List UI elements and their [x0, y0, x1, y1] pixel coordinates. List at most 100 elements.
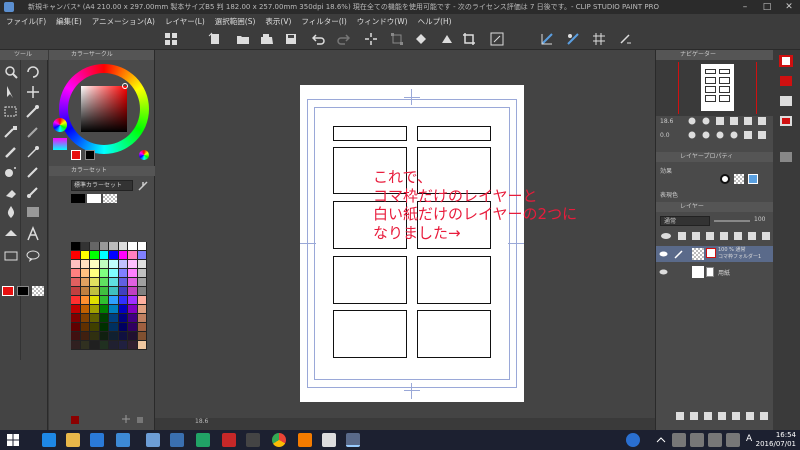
color-swatch[interactable]: [128, 323, 138, 332]
color-swatch[interactable]: [80, 260, 90, 269]
color-swatch[interactable]: [137, 332, 147, 341]
color-swatch[interactable]: [128, 332, 138, 341]
undo-icon[interactable]: [312, 32, 326, 46]
file-explorer-icon[interactable]: [66, 433, 80, 447]
color-swatch[interactable]: [137, 278, 147, 287]
menu-layer[interactable]: レイヤー(L): [165, 16, 205, 27]
clear-layer-icon[interactable]: [440, 32, 454, 46]
color-swatch[interactable]: [137, 287, 147, 296]
layer-effect-border-icon[interactable]: [720, 174, 730, 184]
color-swatch[interactable]: [71, 341, 81, 350]
color-swatch[interactable]: [118, 251, 128, 260]
sub-view-tab-icon[interactable]: [778, 74, 794, 88]
color-swatch[interactable]: [71, 260, 81, 269]
airbrush-tool-icon[interactable]: [2, 164, 20, 180]
color-swatch[interactable]: [118, 323, 128, 332]
color-swatch[interactable]: [90, 314, 100, 323]
color-swatch[interactable]: [90, 296, 100, 305]
menu-help[interactable]: ヘルプ(H): [418, 16, 452, 27]
color-mode-icon[interactable]: [139, 150, 149, 160]
color-swatch[interactable]: [90, 278, 100, 287]
color-swatch[interactable]: [137, 242, 147, 251]
ime-indicator[interactable]: A: [746, 434, 752, 444]
color-swatch[interactable]: [71, 269, 81, 278]
canvas-zoom-label[interactable]: 18.6: [195, 418, 208, 425]
pencil-tool-icon[interactable]: [2, 144, 20, 160]
color-swatch[interactable]: [109, 341, 119, 350]
taskbar-clock[interactable]: 16:54 2016/07/01: [756, 431, 796, 449]
menu-selection[interactable]: 選択範囲(S): [215, 16, 256, 27]
app-icon-8[interactable]: [222, 433, 236, 447]
eye-icon[interactable]: [659, 268, 668, 276]
edge-browser-icon[interactable]: [42, 433, 56, 447]
color-swatch[interactable]: [80, 314, 90, 323]
pen-snap-icon[interactable]: [618, 32, 632, 46]
color-swatch[interactable]: [128, 242, 138, 251]
color-swatch[interactable]: [109, 323, 119, 332]
color-swatch[interactable]: [118, 242, 128, 251]
color-swatch[interactable]: [109, 314, 119, 323]
color-swatch[interactable]: [128, 287, 138, 296]
color-swatch[interactable]: [80, 251, 90, 260]
layer-color-icon[interactable]: [748, 174, 758, 184]
color-slider-tab-icon[interactable]: [53, 138, 67, 150]
info-tab-icon[interactable]: [778, 94, 794, 108]
network-icon[interactable]: [708, 433, 722, 447]
grid-snap-icon[interactable]: [592, 32, 606, 46]
color-swatch[interactable]: [90, 305, 100, 314]
color-swatch[interactable]: [99, 242, 109, 251]
open-folder-icon[interactable]: [260, 32, 274, 46]
color-set-dropdown[interactable]: 標準カラーセット: [71, 180, 133, 191]
store-icon[interactable]: [90, 433, 104, 447]
color-swatch[interactable]: [99, 287, 109, 296]
color-swatch[interactable]: [137, 260, 147, 269]
chrome-icon[interactable]: [272, 433, 286, 447]
color-swatch[interactable]: [99, 260, 109, 269]
frame-border-tool-icon[interactable]: [2, 248, 20, 264]
main-color-swatch[interactable]: [2, 286, 14, 296]
color-swatch[interactable]: [109, 242, 119, 251]
sub-color-swatch[interactable]: [17, 286, 29, 296]
selection-tool-icon[interactable]: [2, 104, 20, 120]
color-swatch[interactable]: [99, 314, 109, 323]
color-swatch[interactable]: [109, 251, 119, 260]
color-swatch[interactable]: [80, 305, 90, 314]
app-icon-6[interactable]: [170, 433, 184, 447]
color-set-settings-icon[interactable]: [137, 180, 149, 192]
color-swatch[interactable]: [128, 278, 138, 287]
color-swatch[interactable]: [137, 305, 147, 314]
color-swatch[interactable]: [118, 287, 128, 296]
color-swatch[interactable]: [99, 296, 109, 305]
white-swatch[interactable]: [87, 194, 101, 203]
color-swatch[interactable]: [71, 323, 81, 332]
opacity-slider[interactable]: [714, 220, 750, 222]
color-swatch[interactable]: [128, 260, 138, 269]
object-tool-icon[interactable]: [2, 84, 20, 100]
menu-edit[interactable]: 編集(E): [56, 16, 82, 27]
menu-window[interactable]: ウィンドウ(W): [357, 16, 408, 27]
color-wheel-tab-icon[interactable]: [53, 118, 67, 132]
windows-start-icon[interactable]: [6, 433, 20, 447]
fill-tool-icon[interactable]: [2, 204, 20, 220]
navigator-tab-icon[interactable]: [778, 54, 794, 68]
tray-icon-1[interactable]: [672, 433, 686, 447]
frame-panel-left-1[interactable]: [333, 126, 407, 141]
app-icon-4[interactable]: [116, 433, 130, 447]
color-swatch[interactable]: [118, 260, 128, 269]
transform-icon[interactable]: [390, 32, 404, 46]
color-swatch[interactable]: [80, 269, 90, 278]
color-swatch[interactable]: [118, 305, 128, 314]
layer-bottom-toolbar[interactable]: [676, 410, 772, 422]
frame-panel-right-1[interactable]: [417, 126, 491, 141]
color-swatch[interactable]: [80, 341, 90, 350]
navigator-zoom-value[interactable]: 18.6: [660, 118, 673, 125]
frame-panel-left-4[interactable]: [333, 256, 407, 304]
color-swatch[interactable]: [71, 305, 81, 314]
fill-icon[interactable]: [414, 32, 428, 46]
color-swatch[interactable]: [109, 296, 119, 305]
menu-file[interactable]: ファイル(F): [6, 16, 46, 27]
color-swatch[interactable]: [118, 296, 128, 305]
black-swatch[interactable]: [71, 194, 85, 203]
tray-up-icon[interactable]: [654, 433, 668, 447]
color-swatch[interactable]: [71, 251, 81, 260]
